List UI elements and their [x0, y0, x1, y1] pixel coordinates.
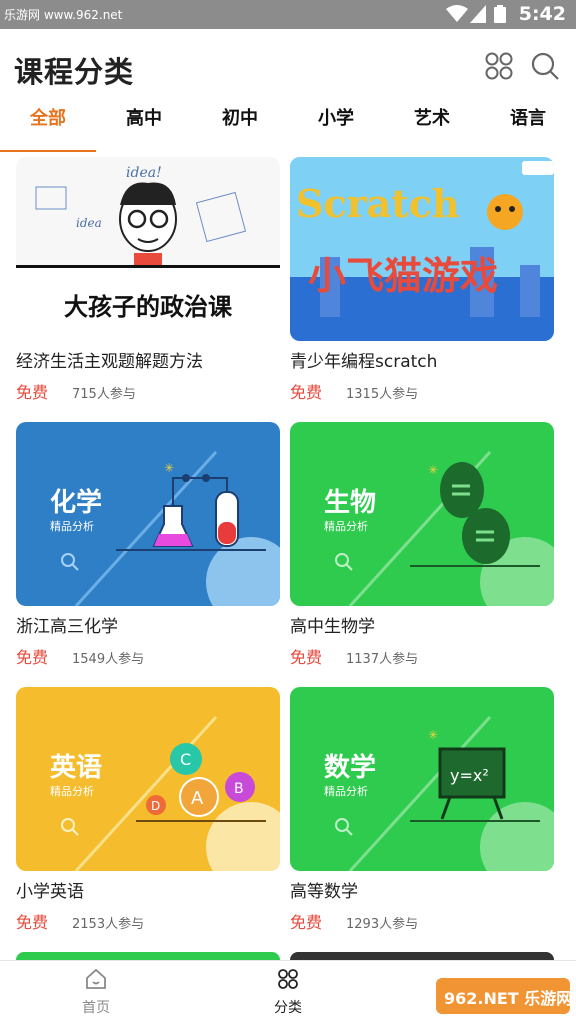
price-label: 免费 [290, 648, 323, 667]
nav-category-label: 分类 [274, 1000, 302, 1016]
watermark-logo: 962.NET 乐游网 [436, 978, 570, 1014]
participant-count: 2153人参与 [72, 917, 145, 932]
search-icon[interactable] [530, 51, 560, 81]
nav-home[interactable]: 首页 [56, 967, 136, 1017]
nav-category[interactable]: 分类 [248, 967, 328, 1017]
svg-text:D: D [151, 799, 160, 813]
page-title: 课程分类 [14, 55, 135, 89]
subject-sublabel: 精品分析 [324, 520, 368, 533]
participant-count: 1315人参与 [346, 387, 419, 402]
course-thumbnail[interactable]: ✳ 化学 精品分析 [16, 422, 280, 606]
svg-text:idea: idea [76, 216, 102, 230]
course-title[interactable]: 浙江高三化学 [16, 612, 118, 637]
price-label: 免费 [16, 913, 49, 932]
svg-text:✳: ✳ [428, 728, 438, 742]
participant-count: 1137人参与 [346, 652, 419, 667]
participant-count: 715人参与 [72, 387, 136, 402]
battery-icon [494, 5, 506, 23]
course-thumbnail[interactable]: idea! idea 大孩子的政治课 [16, 157, 280, 341]
svg-text:y=x²: y=x² [450, 766, 489, 785]
tab-high-school[interactable]: 高中 [114, 105, 174, 153]
price-label: 免费 [290, 913, 323, 932]
thumbnail-caption: Scratch [296, 181, 460, 226]
tab-language[interactable]: 语言 [498, 105, 558, 153]
nav-home-label: 首页 [82, 1000, 110, 1016]
price-label: 免费 [16, 383, 49, 402]
participant-count: 1293人参与 [346, 917, 419, 932]
status-bar: 乐游网 www.962.net 5:42 [0, 0, 576, 29]
course-card-partial[interactable] [16, 952, 280, 960]
subject-label: 数学 [324, 753, 377, 783]
grid-icon [278, 969, 298, 989]
clock: 5:42 [518, 3, 566, 25]
course-thumbnail[interactable]: y=x² ✳ 数学 精品分析 [290, 687, 554, 871]
svg-text:C: C [180, 750, 191, 769]
wifi-icon [446, 5, 468, 22]
svg-text:A: A [191, 788, 204, 809]
grid-icon[interactable] [484, 51, 514, 81]
active-tab-indicator [0, 150, 96, 152]
subject-sublabel: 精品分析 [50, 785, 94, 798]
course-title[interactable]: 小学英语 [16, 877, 84, 902]
course-thumbnail[interactable]: C A B D 英语 精品分析 [16, 687, 280, 871]
tab-middle-school[interactable]: 初中 [210, 105, 270, 153]
svg-text:✳: ✳ [428, 463, 438, 477]
course-title[interactable]: 青少年编程scratch [290, 347, 437, 372]
tab-primary-school[interactable]: 小学 [306, 105, 366, 153]
home-icon [86, 968, 106, 989]
watermark-text: 乐游网 www.962.net [4, 8, 123, 22]
course-card-partial[interactable] [290, 952, 554, 960]
svg-text:idea!: idea! [126, 165, 162, 181]
tab-art[interactable]: 艺术 [402, 105, 462, 153]
svg-text:B: B [234, 781, 244, 797]
course-title[interactable]: 高中生物学 [290, 612, 375, 637]
thumbnail-caption: 大孩子的政治课 [64, 293, 232, 321]
subject-label: 化学 [50, 488, 103, 518]
thumbnail-subcaption: 小飞猫游戏 [308, 254, 499, 298]
app-header: 课程分类 [0, 29, 576, 105]
category-tabs: 全部 高中 初中 小学 艺术 语言 [0, 105, 576, 153]
course-title[interactable]: 经济生活主观题解题方法 [16, 347, 203, 372]
subject-label: 生物 [324, 488, 377, 518]
signal-icon [470, 5, 486, 23]
price-label: 免费 [290, 383, 323, 402]
course-thumbnail[interactable]: Scratch 小飞猫游戏 [290, 157, 554, 341]
price-label: 免费 [16, 648, 49, 667]
subject-label: 英语 [50, 753, 103, 783]
course-title[interactable]: 高等数学 [290, 877, 358, 902]
svg-text:962.NET 乐游网: 962.NET 乐游网 [444, 989, 570, 1008]
svg-text:✳: ✳ [164, 461, 174, 475]
course-thumbnail[interactable]: ✳ 生物 精品分析 [290, 422, 554, 606]
subject-sublabel: 精品分析 [50, 520, 94, 533]
tab-all[interactable]: 全部 [18, 105, 78, 153]
participant-count: 1549人参与 [72, 652, 145, 667]
subject-sublabel: 精品分析 [324, 785, 368, 798]
